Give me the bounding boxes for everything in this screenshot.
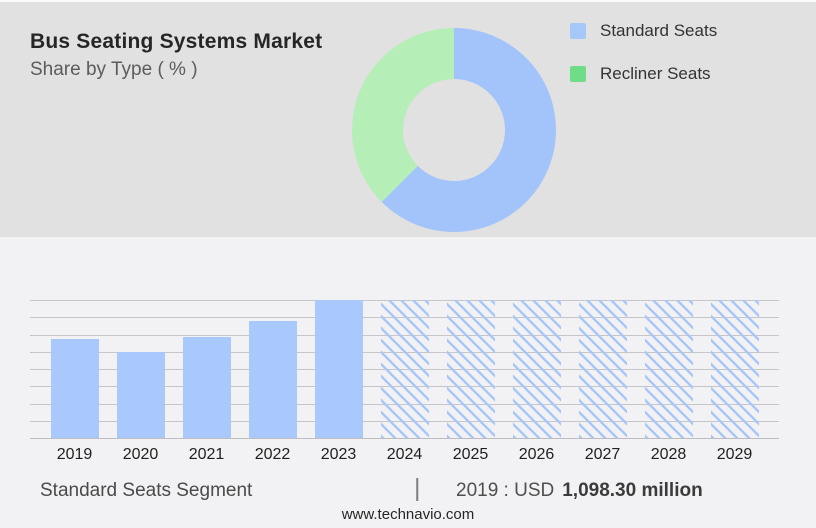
- page-title: Bus Seating Systems Market: [30, 30, 323, 53]
- segment-label: Standard Seats Segment: [40, 480, 253, 501]
- x-axis-label-2021: 2021: [188, 446, 225, 463]
- stat-value: 1,098.30 million: [562, 480, 703, 501]
- legend-label: Standard Seats: [600, 21, 718, 40]
- x-axis-label-2029: 2029: [716, 446, 753, 463]
- legend-item-standard-seats: Standard Seats: [570, 21, 717, 41]
- donut-chart: [352, 28, 556, 232]
- forecast-bar-2024: [380, 300, 429, 438]
- x-axis-label-2028: 2028: [650, 446, 687, 463]
- x-axis-label-2024: 2024: [386, 446, 423, 463]
- x-axis-label-2019: 2019: [56, 446, 93, 463]
- bar-2021: [182, 337, 231, 438]
- x-axis-label-2023: 2023: [320, 446, 357, 463]
- header-section: Bus Seating Systems Market Share by Type…: [0, 2, 816, 237]
- legend-item-recliner-seats: Recliner Seats: [570, 64, 717, 84]
- legend-label: Recliner Seats: [600, 64, 711, 83]
- legend-swatch-recliner-seats: [570, 66, 586, 82]
- chart-legend: Standard Seats Recliner Seats: [570, 21, 717, 107]
- bar-2020: [116, 352, 165, 438]
- forecast-bar-2027: [578, 300, 627, 438]
- x-axis-label-2027: 2027: [584, 446, 621, 463]
- bar-chart-section: 2019 2020 2021 2022 2023 2024 2025 2026 2027 2028…: [0, 237, 816, 528]
- footer-separator: |: [414, 474, 421, 502]
- bar-plot: 2019 2020 2021 2022 2023 2024 2025 2026 2027 2028…: [30, 300, 779, 463]
- x-axis-label-2025: 2025: [452, 446, 489, 463]
- bar-2023: [314, 300, 363, 438]
- x-axis-label-2020: 2020: [122, 446, 159, 463]
- forecast-bar-2025: [446, 300, 495, 438]
- x-axis-line: [30, 438, 779, 439]
- page-subtitle: Share by Type ( % ): [30, 59, 198, 80]
- stat-prefix: 2019 : USD: [456, 480, 555, 501]
- forecast-bar-2026: [512, 300, 561, 438]
- x-axis-label-2022: 2022: [254, 446, 291, 463]
- bar-2019: [50, 338, 99, 438]
- forecast-bar-2028: [644, 300, 693, 438]
- x-axis-label-2026: 2026: [518, 446, 555, 463]
- segment-stat: 2019 : USD 1,098.30 million: [456, 480, 703, 502]
- website-url: www.technavio.com: [341, 506, 475, 523]
- forecast-bar-2029: [710, 300, 759, 438]
- donut-hole: [403, 79, 505, 181]
- legend-swatch-standard-seats: [570, 23, 586, 39]
- bar-2022: [248, 320, 297, 438]
